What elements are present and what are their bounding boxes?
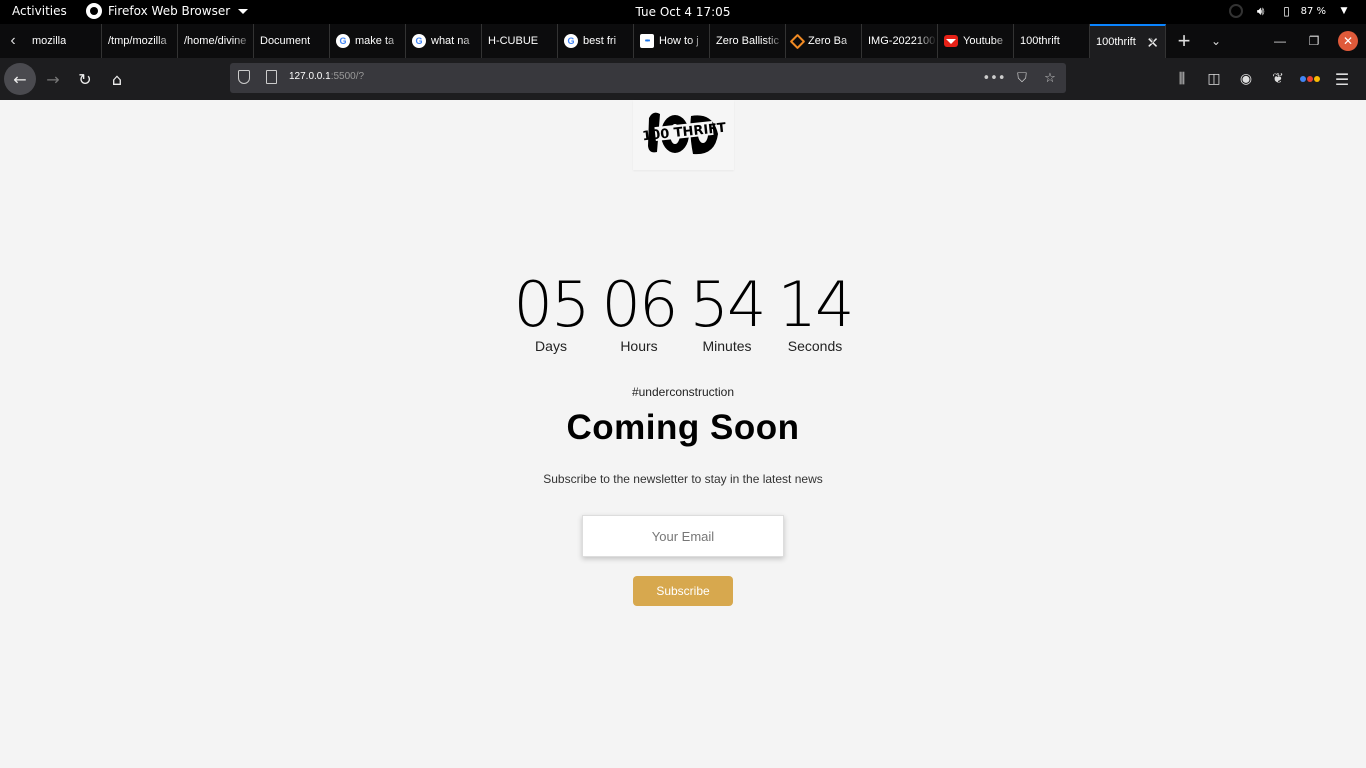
tab[interactable]: 100thrift xyxy=(1014,24,1090,58)
bookmark-star-icon[interactable]: ☆ xyxy=(1039,67,1061,89)
minimize-button[interactable]: — xyxy=(1270,31,1290,51)
reload-button[interactable]: ↻ xyxy=(69,63,101,95)
library-icon[interactable]: ⫼ xyxy=(1166,63,1198,95)
tab[interactable]: Gwhat na xyxy=(406,24,482,58)
countdown-seconds: 14 Seconds xyxy=(771,268,859,355)
tab-title: 100thrift xyxy=(1096,36,1136,48)
tab[interactable]: Youtube xyxy=(938,24,1014,58)
tab[interactable]: How to j xyxy=(634,24,710,58)
tab-title: 100thrift xyxy=(1020,35,1060,47)
maximize-button[interactable]: ❐ xyxy=(1304,31,1324,51)
hashtag: #underconstruction xyxy=(631,385,735,399)
tab[interactable]: /home/divine xyxy=(178,24,254,58)
loading-spinner-icon xyxy=(1228,4,1243,18)
extension-paw-icon[interactable]: ❦ xyxy=(1262,63,1294,95)
tab-title: Document xyxy=(260,35,311,47)
tab-list: mozilla/tmp/mozilla/home/divine Document G… xyxy=(26,24,1166,58)
countdown-minutes: 54 Minutes xyxy=(683,268,771,355)
page-title: Coming Soon xyxy=(566,408,800,447)
tab[interactable]: Document xyxy=(254,24,330,58)
new-tab-button[interactable]: + xyxy=(1168,24,1200,58)
page-icon[interactable] xyxy=(266,70,277,84)
email-field[interactable] xyxy=(582,515,784,557)
clock[interactable]: Tue Oct 4 17:05 xyxy=(0,5,1366,19)
tab[interactable]: mozilla xyxy=(26,24,102,58)
volume-icon: 🔊︎ xyxy=(1256,3,1265,18)
tab[interactable]: Zero Ballistic xyxy=(710,24,786,58)
battery-icon: ▯ xyxy=(1283,4,1290,18)
tab-title: mozilla xyxy=(32,35,67,47)
youtube-favicon-icon xyxy=(944,35,958,47)
countdown-value: 54 xyxy=(689,268,767,341)
tab[interactable]: H-CUBUE xyxy=(482,24,558,58)
shield-icon[interactable] xyxy=(238,70,250,84)
countdown-hours: 06 Hours xyxy=(595,268,683,355)
countdown-timer: 05 Days 06 Hours 54 Minutes 14 Seconds xyxy=(0,268,1366,355)
google-favicon-icon: G xyxy=(564,34,578,48)
tab[interactable]: Gmake ta xyxy=(330,24,406,58)
system-top-bar: Activities Firefox Web Browser Tue Oct 4… xyxy=(0,0,1366,24)
page-content: 100 THRIFT 05 Days 06 Hours 54 Minutes 14 Secon… xyxy=(0,100,1366,768)
extension-dots-icon[interactable] xyxy=(1294,63,1326,95)
newsletter-subtitle: Subscribe to the newsletter to stay in t… xyxy=(543,472,823,486)
forward-button[interactable]: → xyxy=(37,63,69,95)
tab[interactable]: Zero Ba xyxy=(786,24,862,58)
pocket-icon[interactable]: ⛉ xyxy=(1011,67,1033,89)
google-favicon-icon: G xyxy=(412,34,426,48)
tab-title: H-CUBUE xyxy=(488,35,539,47)
logo: 100 THRIFT xyxy=(633,100,734,170)
url-bar[interactable]: 127.0.0.1:5500/? ••• ⛉ ☆ xyxy=(230,63,1066,93)
sidebar-icon[interactable]: ◫ xyxy=(1198,63,1230,95)
tab[interactable]: Gbest fri xyxy=(558,24,634,58)
home-button[interactable]: ⌂ xyxy=(101,63,133,95)
zero-ballistics-favicon-icon xyxy=(789,33,806,49)
scroll-tabs-left-button[interactable]: ‹ xyxy=(0,24,26,58)
url-host: 127.0.0.1 xyxy=(289,71,331,82)
scroll-tabs-right-button[interactable]: › xyxy=(1136,24,1168,58)
countdown-value: 05 xyxy=(513,268,591,341)
caret-down-icon: ▼ xyxy=(1340,6,1348,16)
countdown-days: 05 Days xyxy=(507,268,595,355)
dots-blue-favicon-icon xyxy=(640,34,654,48)
tab-strip: ‹ mozilla/tmp/mozilla/home/divine Documen… xyxy=(0,24,1366,58)
countdown-value: 14 xyxy=(777,268,855,341)
account-icon[interactable]: ◉ xyxy=(1230,63,1262,95)
subscribe-button[interactable]: Subscribe xyxy=(633,576,733,606)
url-text[interactable]: 127.0.0.1:5500/? xyxy=(289,71,364,82)
tab[interactable]: /tmp/mozilla xyxy=(102,24,178,58)
url-path: :5500/? xyxy=(330,71,365,82)
page-actions-icon[interactable]: ••• xyxy=(983,67,1006,89)
logo-image: 100 THRIFT xyxy=(642,112,727,155)
countdown-value: 06 xyxy=(601,268,679,341)
battery-percentage: 87 % xyxy=(1300,5,1326,17)
back-button[interactable]: ← xyxy=(4,63,36,95)
menu-icon[interactable]: ☰ xyxy=(1326,63,1358,95)
system-tray[interactable]: 🔊︎ ▯ 87 % ▼ xyxy=(1228,3,1352,19)
tab-title: best fri xyxy=(583,35,617,47)
google-favicon-icon: G xyxy=(336,34,350,48)
tab[interactable]: IMG-2022100 xyxy=(862,24,938,58)
toolbar-right: ⫼ ◫ ◉ ❦ ☰ xyxy=(1166,58,1358,100)
navigation-toolbar: ← → ↻ ⌂ 127.0.0.1:5500/? ••• ⛉ ☆ xyxy=(0,58,1366,100)
list-all-tabs-button[interactable]: ⌄ xyxy=(1200,24,1232,58)
close-window-button[interactable]: ✕ xyxy=(1338,31,1358,51)
